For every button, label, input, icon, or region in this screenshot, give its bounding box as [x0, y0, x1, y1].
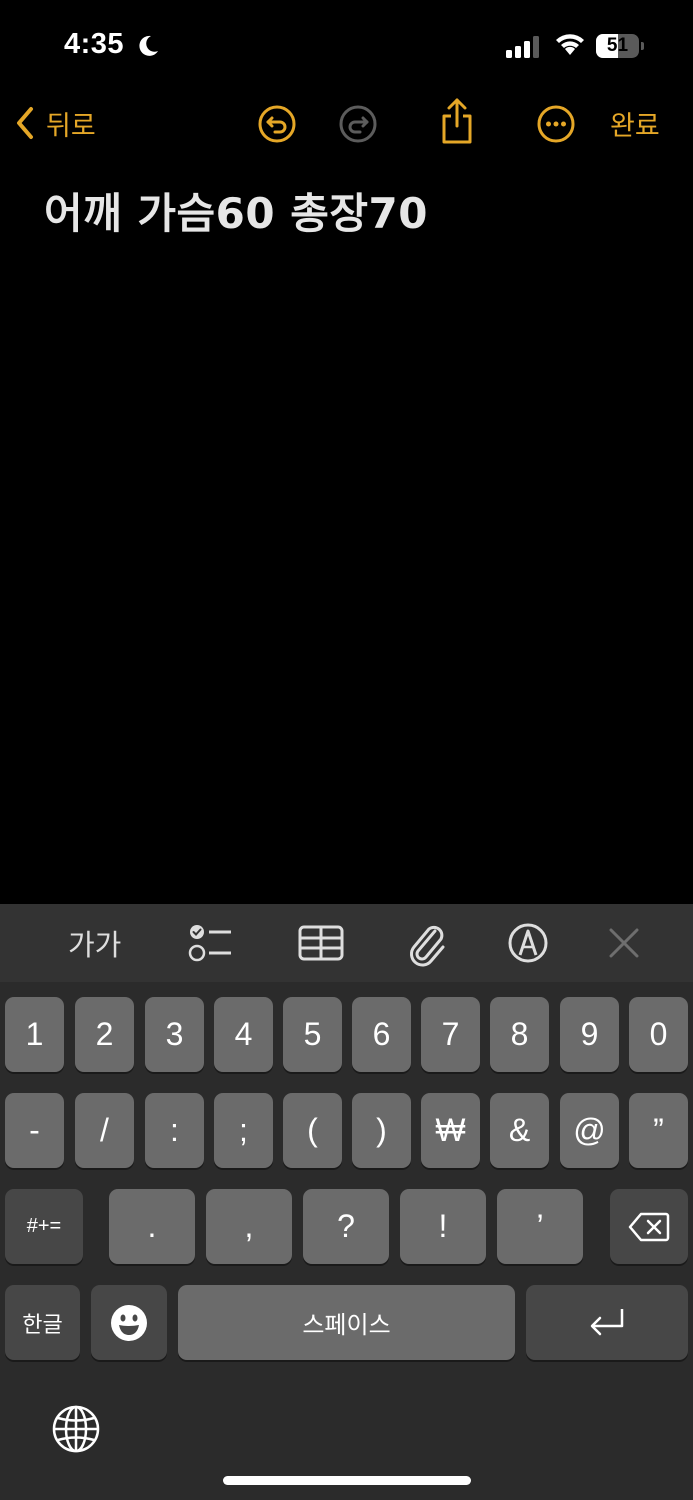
redo-button[interactable] [337, 103, 379, 145]
ellipsis-circle-icon [537, 105, 575, 143]
paperclip-icon [410, 925, 445, 967]
hangul-key[interactable]: 한글 [5, 1285, 80, 1360]
format-toolbar: 가가 [0, 904, 693, 982]
status-time: 4:35 [64, 28, 125, 60]
key-ampersand[interactable]: & [490, 1093, 549, 1168]
key-colon[interactable]: : [145, 1093, 204, 1168]
key-8[interactable]: 8 [490, 997, 549, 1072]
backspace-icon [628, 1212, 670, 1241]
key-6[interactable]: 6 [352, 997, 411, 1072]
return-icon [590, 1308, 624, 1335]
globe-icon[interactable] [51, 1404, 101, 1454]
close-icon [609, 928, 639, 958]
checklist-icon [188, 925, 231, 962]
cellular-signal-icon [506, 36, 539, 58]
note-title[interactable]: 어깨 가슴60 총장70 [44, 180, 428, 241]
checklist-button[interactable] [186, 918, 234, 968]
key-3[interactable]: 3 [145, 997, 204, 1072]
undo-button[interactable] [256, 103, 298, 145]
emoji-icon [111, 1304, 147, 1341]
undo-icon [258, 105, 296, 143]
close-toolbar-button[interactable] [606, 918, 642, 968]
key-5[interactable]: 5 [283, 997, 342, 1072]
key-quote[interactable]: ” [629, 1093, 688, 1168]
key-7[interactable]: 7 [421, 997, 480, 1072]
back-button[interactable]: 뒤로 [14, 103, 96, 143]
redo-icon [339, 105, 377, 143]
symbols-toggle-key[interactable]: #+= [5, 1189, 83, 1264]
key-period[interactable]: . [109, 1189, 195, 1264]
share-icon [442, 98, 472, 144]
key-semicolon[interactable]: ; [214, 1093, 273, 1168]
moon-icon [139, 35, 158, 56]
share-button[interactable] [436, 95, 478, 147]
status-bar: 4:35 51 [0, 0, 693, 90]
chevron-left-icon [17, 107, 33, 139]
key-open-paren[interactable]: ( [283, 1093, 342, 1168]
key-1[interactable]: 1 [5, 997, 64, 1072]
emoji-key[interactable] [91, 1285, 167, 1360]
key-won[interactable]: ₩ [421, 1093, 480, 1168]
key-close-paren[interactable]: ) [352, 1093, 411, 1168]
key-at[interactable]: @ [560, 1093, 619, 1168]
key-slash[interactable]: / [75, 1093, 134, 1168]
delete-key[interactable] [610, 1189, 688, 1264]
back-label: 뒤로 [46, 110, 96, 142]
attachment-button[interactable] [405, 918, 449, 968]
keyboard: 가가 1 2 3 4 5 6 7 8 9 0 - /: ; () ₩ & @… [0, 904, 693, 1500]
key-question[interactable]: ? [303, 1189, 389, 1264]
key-apostrophe[interactable]: ’ [497, 1189, 583, 1264]
key-4[interactable]: 4 [214, 997, 273, 1072]
battery-icon: 51 [596, 34, 644, 58]
pen-tip-circle-icon [508, 923, 548, 963]
key-exclamation[interactable]: ! [400, 1189, 486, 1264]
done-button[interactable]: 완료 [610, 103, 660, 143]
table-icon [298, 925, 344, 961]
notes-nav-bar: 뒤로 완료 [0, 95, 693, 155]
key-comma[interactable]: , [206, 1189, 292, 1264]
key-2[interactable]: 2 [75, 997, 134, 1072]
table-button[interactable] [297, 918, 345, 968]
more-button[interactable] [535, 103, 577, 145]
space-key[interactable]: 스페이스 [178, 1285, 515, 1360]
text-format-button[interactable]: 가가 [68, 918, 121, 968]
key-9[interactable]: 9 [560, 997, 619, 1072]
key-hyphen[interactable]: - [5, 1093, 64, 1168]
battery-percent: 51 [606, 35, 629, 56]
wifi-icon [556, 34, 584, 55]
home-indicator [223, 1476, 471, 1485]
key-0[interactable]: 0 [629, 997, 688, 1072]
markup-button[interactable] [506, 918, 550, 968]
return-key[interactable] [526, 1285, 688, 1360]
